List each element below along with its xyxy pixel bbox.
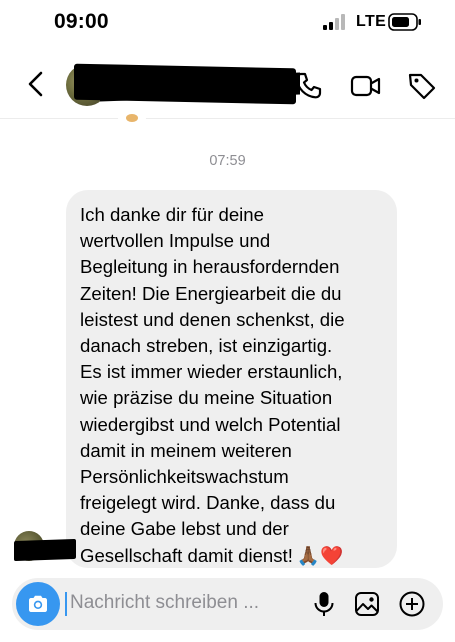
- video-icon[interactable]: [350, 70, 382, 102]
- image-icon[interactable]: [353, 590, 381, 618]
- header-divider: [0, 118, 455, 119]
- message-timestamp: 07:59: [209, 153, 246, 169]
- reaction-remnant: [118, 110, 146, 126]
- camera-icon: [29, 595, 47, 612]
- phone-icon[interactable]: [292, 70, 324, 102]
- message-text: Ich danke dir für deine wertvollen Impul…: [80, 204, 345, 566]
- message-composer: Nachricht schreiben ...: [12, 578, 443, 630]
- back-icon[interactable]: [22, 68, 52, 100]
- message-emoji: 🙏🏾❤️: [296, 544, 344, 566]
- tag-icon[interactable]: [406, 70, 438, 102]
- camera-button[interactable]: [16, 582, 60, 626]
- microphone-icon[interactable]: [310, 590, 338, 618]
- received-message-bubble[interactable]: Ich danke dir für deine wertvollen Impul…: [66, 190, 397, 568]
- status-bar: 09:00 LTE: [0, 0, 455, 44]
- battery-icon: [388, 13, 421, 31]
- add-icon[interactable]: [398, 590, 426, 618]
- status-time: 09:00: [54, 10, 109, 33]
- signal-icon: [323, 14, 345, 30]
- network-label: LTE: [356, 13, 387, 30]
- chat-screen: 09:00 LTE 07:59 Ich danke dir für deine …: [0, 0, 455, 642]
- message-text-wrapper: Ich danke dir für deine wertvollen Impul…: [80, 202, 385, 569]
- chat-header: [0, 48, 455, 120]
- redacted-sender-avatar: [14, 538, 76, 562]
- message-input-placeholder: Nachricht schreiben ...: [70, 592, 260, 613]
